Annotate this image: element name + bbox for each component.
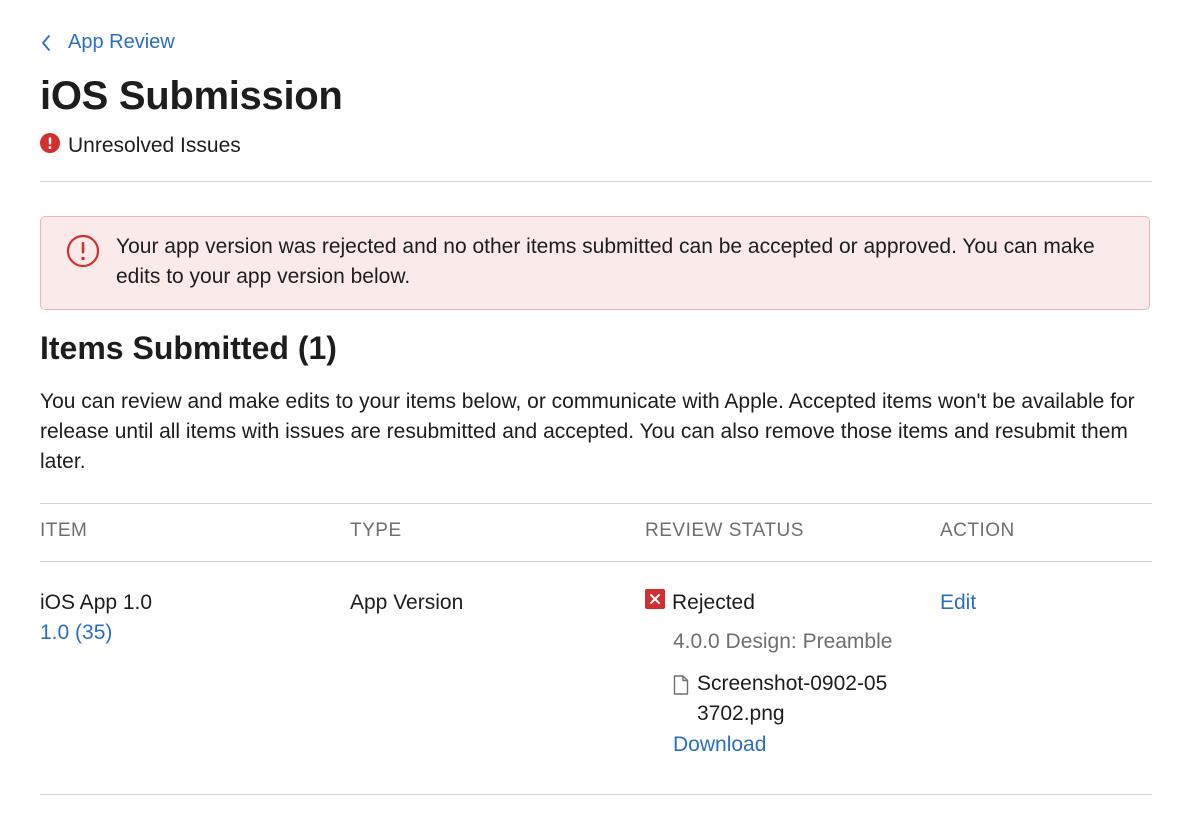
column-header-review-status: REVIEW STATUS [645, 520, 804, 541]
breadcrumb-label: App Review [68, 31, 175, 53]
edit-link[interactable]: Edit [940, 588, 976, 618]
x-square-icon [645, 588, 665, 618]
submission-status: Unresolved Issues [40, 133, 241, 159]
table-top-divider [40, 503, 1152, 504]
document-icon [673, 669, 689, 704]
submission-page: App Review iOS Submission Unresolved Iss… [0, 0, 1200, 816]
exclamation-circle-outline-icon [66, 234, 100, 273]
exclamation-circle-filled-icon [40, 133, 60, 159]
alert-message: Your app version was rejected and no oth… [116, 235, 1095, 288]
column-header-item: ITEM [40, 520, 88, 541]
page-title: iOS Submission [40, 74, 343, 118]
review-status: Rejected [645, 588, 755, 618]
divider [40, 181, 1152, 182]
download-link[interactable]: Download [673, 730, 766, 760]
attachment-filename: Screenshot-0902-053702.png [697, 672, 888, 725]
build-link[interactable]: 1.0 (35) [40, 618, 112, 648]
table-header-divider [40, 561, 1152, 562]
rejection-alert: Your app version was rejected and no oth… [40, 216, 1150, 310]
guideline-text: 4.0.0 Design: Preamble [673, 630, 893, 653]
breadcrumb-back-link[interactable]: App Review [40, 31, 175, 54]
items-section-description: You can review and make edits to your it… [40, 390, 1135, 473]
item-type: App Version [350, 591, 464, 614]
items-section-title: Items Submitted (1) [40, 330, 337, 366]
item-name: iOS App 1.0 [40, 591, 153, 614]
attachment: Screenshot-0902-053702.png [673, 669, 913, 729]
column-header-type: TYPE [350, 520, 402, 541]
review-status-text: Rejected [672, 591, 755, 614]
column-header-action: ACTION [940, 520, 1015, 541]
table-bottom-divider [40, 794, 1152, 795]
chevron-left-icon [40, 34, 52, 52]
status-text: Unresolved Issues [68, 134, 241, 157]
